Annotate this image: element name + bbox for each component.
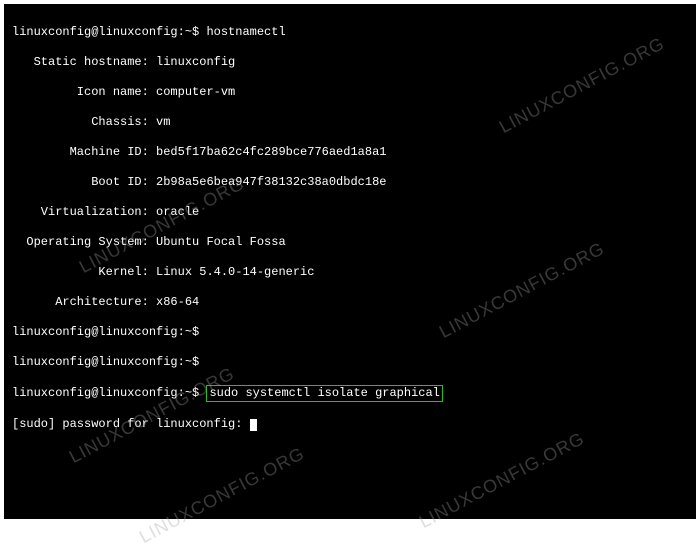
terminal-line: Static hostname: linuxconfig	[12, 55, 688, 70]
shell-prompt: linuxconfig@linuxconfig:~$	[12, 386, 199, 400]
terminal-line: Virtualization: oracle	[12, 205, 688, 220]
terminal-line: linuxconfig@linuxconfig:~$	[12, 355, 688, 370]
terminal-window[interactable]: linuxconfig@linuxconfig:~$ hostnamectl S…	[4, 4, 696, 519]
shell-prompt: linuxconfig@linuxconfig:~$	[12, 325, 199, 339]
shell-prompt: linuxconfig@linuxconfig:~$	[12, 25, 199, 39]
command-text: hostnamectl	[206, 25, 285, 39]
terminal-line: Machine ID: bed5f17ba62c4fc289bce776aed1…	[12, 145, 688, 160]
terminal-line: Kernel: Linux 5.4.0-14-generic	[12, 265, 688, 280]
terminal-line: [sudo] password for linuxconfig:	[12, 417, 688, 432]
sudo-prompt: [sudo] password for linuxconfig:	[12, 417, 242, 431]
terminal-line: Chassis: vm	[12, 115, 688, 130]
cursor-icon	[250, 419, 257, 431]
terminal-line: linuxconfig@linuxconfig:~$ sudo systemct…	[12, 385, 688, 402]
terminal-line: Architecture: x86-64	[12, 295, 688, 310]
terminal-line: Boot ID: 2b98a5e6bea947f38132c38a0dbdc18…	[12, 175, 688, 190]
terminal-line: linuxconfig@linuxconfig:~$ hostnamectl	[12, 25, 688, 40]
terminal-line: Icon name: computer-vm	[12, 85, 688, 100]
highlighted-command: sudo systemctl isolate graphical	[206, 385, 442, 402]
terminal-line: linuxconfig@linuxconfig:~$	[12, 325, 688, 340]
shell-prompt: linuxconfig@linuxconfig:~$	[12, 355, 199, 369]
terminal-line: Operating System: Ubuntu Focal Fossa	[12, 235, 688, 250]
